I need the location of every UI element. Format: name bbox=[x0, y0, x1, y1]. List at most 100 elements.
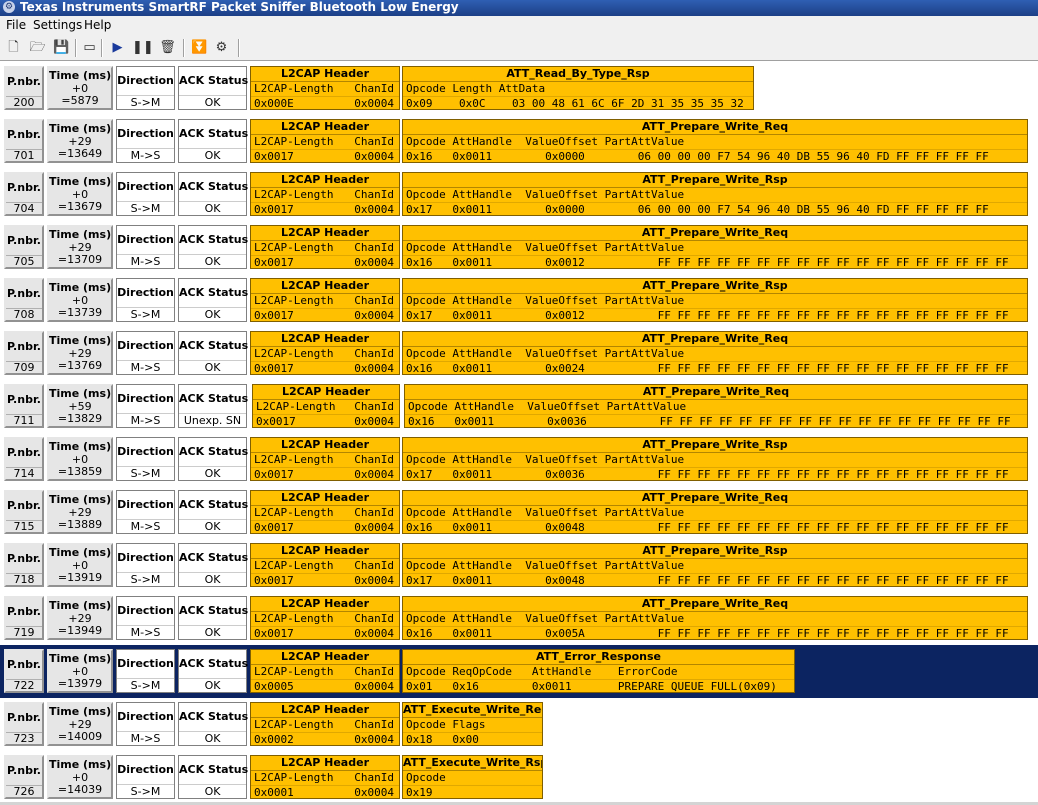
window-title: Texas Instruments SmartRF Packet Sniffer… bbox=[20, 0, 459, 14]
l2cap-field-names: L2CAP-Length ChanId bbox=[251, 82, 399, 97]
att-field-names: Opcode AttHandle ValueOffset PartAttValu… bbox=[403, 241, 1027, 256]
direction-header: Direction bbox=[117, 385, 174, 414]
time-header: Time (ms) bbox=[49, 546, 112, 559]
ack-cell: ACK Status OK bbox=[178, 172, 248, 216]
toolbar: 🗋 🗁 💾 ▭ ▶ ❚❚ 🗑 ⏬ ⚙ bbox=[0, 35, 1038, 61]
time-cell: Time (ms) +29 =13769 bbox=[47, 331, 113, 375]
att-field-names: Opcode ReqOpCode AttHandle ErrorCode bbox=[403, 665, 794, 680]
packet-row[interactable]: P.nbr. 714 Time (ms) +0 =13859 Direction S->M A… bbox=[0, 433, 1038, 486]
chanid-label: ChanId bbox=[354, 82, 394, 95]
l2cap-length-value: 0x0017 bbox=[254, 203, 294, 216]
direction-value: S->M bbox=[130, 308, 161, 321]
att-field-names-text: Opcode Flags bbox=[406, 718, 486, 731]
packet-row[interactable]: P.nbr. 200 Time (ms) +0 =5879 Direction S->M AC… bbox=[0, 62, 1038, 115]
pnbr-value: 708 bbox=[13, 308, 35, 321]
pause-icon[interactable]: ❚❚ bbox=[132, 38, 154, 57]
time-cell: Time (ms) +0 =14039 bbox=[47, 755, 113, 799]
packet-row[interactable]: P.nbr. 723 Time (ms) +29 =14009 Direction M->S… bbox=[0, 698, 1038, 751]
open-folder-icon[interactable]: 🗁 bbox=[28, 38, 47, 57]
direction-cell: Direction S->M bbox=[116, 649, 175, 693]
menu-help[interactable]: Help bbox=[82, 16, 113, 34]
save-icon[interactable]: 💾 bbox=[52, 38, 71, 57]
ack-value: OK bbox=[204, 149, 221, 162]
att-field-names: Opcode AttHandle ValueOffset PartAttValu… bbox=[403, 135, 1027, 150]
att-title: ATT_Prepare_Write_Req bbox=[403, 491, 1027, 506]
packet-row[interactable]: P.nbr. 718 Time (ms) +0 =13919 Direction S->M A… bbox=[0, 539, 1038, 592]
pnbr-cell: P.nbr. 718 bbox=[4, 543, 44, 587]
packet-row[interactable]: P.nbr. 708 Time (ms) +0 =13739 Direction S->M A… bbox=[0, 274, 1038, 327]
chanid-label: ChanId bbox=[354, 506, 394, 519]
l2cap-length-label: L2CAP-Length bbox=[254, 771, 334, 784]
packet-row[interactable]: P.nbr. 709 Time (ms) +29 =13769 Direction M->S… bbox=[0, 327, 1038, 380]
l2cap-field-values: 0x0017 0x0004 bbox=[251, 203, 399, 216]
l2cap-length-label: L2CAP-Length bbox=[254, 347, 334, 360]
l2cap-field-values: 0x0017 0x0004 bbox=[251, 309, 399, 321]
pnbr-cell: P.nbr. 719 bbox=[4, 596, 44, 640]
att-field-names: Opcode AttHandle ValueOffset PartAttValu… bbox=[403, 612, 1027, 627]
chanid-value: 0x0004 bbox=[354, 150, 394, 163]
toolbar-separator bbox=[101, 39, 103, 57]
menu-settings[interactable]: Settings bbox=[31, 16, 84, 34]
l2cap-title: L2CAP Header bbox=[251, 544, 399, 559]
time-header: Time (ms) bbox=[49, 334, 112, 347]
l2cap-title: L2CAP Header bbox=[251, 279, 399, 294]
direction-value: M->S bbox=[130, 255, 161, 268]
pnbr-cell: P.nbr. 723 bbox=[4, 702, 44, 746]
l2cap-header-field: L2CAP Header L2CAP-Length ChanId 0x0017 0x00… bbox=[250, 437, 400, 481]
att-title: ATT_Prepare_Write_Rsp bbox=[403, 173, 1027, 188]
direction-header: Direction bbox=[117, 226, 174, 255]
packet-row[interactable]: P.nbr. 704 Time (ms) +0 =13679 Direction S->M A… bbox=[0, 168, 1038, 221]
chanid-value: 0x0004 bbox=[354, 468, 394, 481]
att-field-values-text: 0x16 0x0011 0x005A FF FF FF FF FF FF FF … bbox=[406, 627, 1009, 640]
play-icon[interactable]: ▶ bbox=[108, 38, 127, 57]
packet-row[interactable]: P.nbr. 701 Time (ms) +29 =13649 Direction M->S… bbox=[0, 115, 1038, 168]
ack-cell: ACK Status OK bbox=[178, 331, 248, 375]
packet-row[interactable]: P.nbr. 711 Time (ms) +59 =13829 Direction M->S… bbox=[0, 380, 1038, 433]
l2cap-field-values: 0x0017 0x0004 bbox=[251, 150, 399, 163]
open-capture-icon[interactable]: ▭ bbox=[80, 38, 99, 57]
pnbr-value: 723 bbox=[13, 732, 35, 745]
packet-list[interactable]: P.nbr. 200 Time (ms) +0 =5879 Direction S->M AC… bbox=[0, 62, 1038, 805]
new-file-icon[interactable]: 🗋 bbox=[4, 38, 23, 57]
pnbr-header: P.nbr. bbox=[6, 757, 42, 786]
packet-row[interactable]: P.nbr. 719 Time (ms) +29 =13949 Direction M->S… bbox=[0, 592, 1038, 645]
l2cap-field-names: L2CAP-Length ChanId bbox=[253, 400, 399, 415]
toolbar-separator bbox=[183, 39, 185, 57]
l2cap-title: L2CAP Header bbox=[251, 703, 399, 718]
ack-header: ACK Status bbox=[179, 703, 248, 732]
packet-row[interactable]: P.nbr. 726 Time (ms) +0 =14039 Direction S->M A… bbox=[0, 751, 1038, 804]
att-field: ATT_Execute_Write_Req Opcode Flags 0x18 0x… bbox=[402, 702, 543, 746]
l2cap-field-values: 0x0001 0x0004 bbox=[251, 786, 399, 798]
time-header: Time (ms) bbox=[49, 69, 112, 82]
direction-cell: Direction M->S bbox=[116, 596, 175, 640]
pnbr-cell: P.nbr. 722 bbox=[4, 649, 44, 693]
l2cap-field-names: L2CAP-Length ChanId bbox=[251, 241, 399, 256]
ack-header: ACK Status bbox=[179, 756, 248, 785]
att-field-names: Opcode AttHandle ValueOffset PartAttValu… bbox=[403, 506, 1027, 521]
l2cap-length-label: L2CAP-Length bbox=[254, 506, 334, 519]
time-abs: =5879 bbox=[61, 94, 99, 107]
packet-row[interactable]: P.nbr. 715 Time (ms) +29 =13889 Direction M->S… bbox=[0, 486, 1038, 539]
direction-header: Direction bbox=[117, 173, 174, 202]
pnbr-header: P.nbr. bbox=[6, 439, 42, 468]
att-field: ATT_Prepare_Write_Req Opcode AttHandle Va… bbox=[402, 119, 1028, 163]
time-header: Time (ms) bbox=[49, 175, 112, 188]
l2cap-length-value: 0x0005 bbox=[254, 680, 294, 693]
l2cap-header-field: L2CAP Header L2CAP-Length ChanId 0x0017 0x00… bbox=[250, 596, 400, 640]
l2cap-title: L2CAP Header bbox=[251, 67, 399, 82]
packet-row[interactable]: P.nbr. 705 Time (ms) +29 =13709 Direction M->S… bbox=[0, 221, 1038, 274]
time-header: Time (ms) bbox=[49, 387, 112, 400]
chanid-value: 0x0004 bbox=[354, 521, 394, 534]
autoscroll-icon[interactable]: ⏬ bbox=[190, 38, 209, 57]
att-field: ATT_Prepare_Write_Rsp Opcode AttHandle Va… bbox=[402, 543, 1028, 587]
clear-icon[interactable]: 🗑 bbox=[158, 38, 177, 57]
direction-header: Direction bbox=[117, 491, 174, 520]
l2cap-header-field: L2CAP Header L2CAP-Length ChanId 0x0005 0x00… bbox=[250, 649, 400, 693]
chanid-value: 0x0004 bbox=[354, 733, 394, 746]
menu-file[interactable]: File bbox=[4, 16, 28, 34]
chanid-label: ChanId bbox=[354, 453, 394, 466]
direction-header: Direction bbox=[117, 120, 174, 149]
packet-row[interactable]: P.nbr. 722 Time (ms) +0 =13979 Direction S->M A… bbox=[0, 645, 1038, 698]
att-field: ATT_Prepare_Write_Req Opcode AttHandle Va… bbox=[402, 490, 1028, 534]
settings-capture-icon[interactable]: ⚙ bbox=[212, 38, 231, 57]
